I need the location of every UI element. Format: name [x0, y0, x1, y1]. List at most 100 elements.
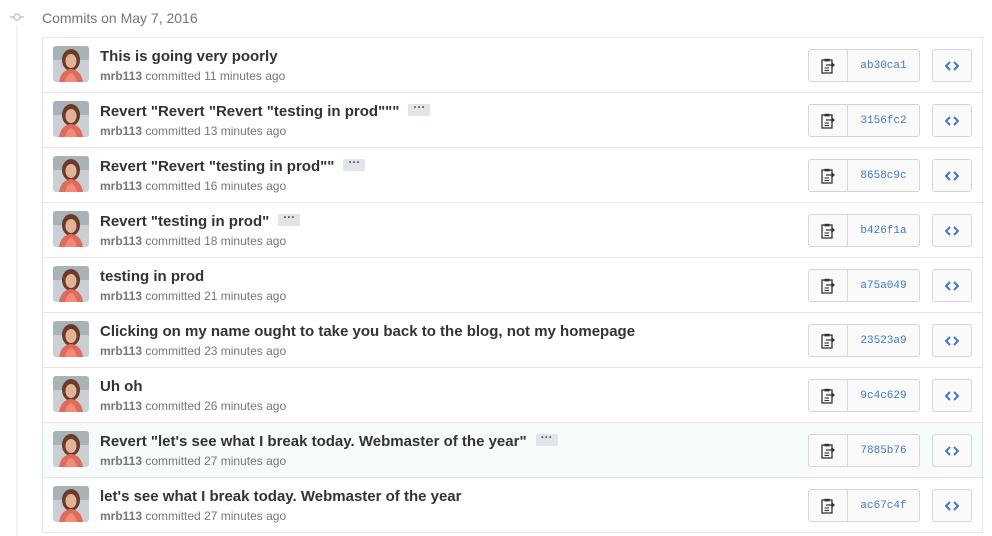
copy-sha-button[interactable]: [808, 104, 848, 137]
browse-code-button[interactable]: [932, 49, 972, 82]
copy-sha-button[interactable]: [808, 324, 848, 357]
copy-sha-button[interactable]: [808, 434, 848, 467]
code-icon: [945, 280, 959, 291]
commit-title[interactable]: Revert "Revert "testing in prod"": [100, 158, 334, 175]
browse-code-button[interactable]: [932, 104, 972, 137]
commit-author[interactable]: mrb113: [100, 454, 142, 468]
sha-button-group: a75a049: [808, 269, 920, 302]
commit-meta: mrb113 committed 16 minutes ago: [100, 179, 286, 193]
commit-meta: mrb113 committed 18 minutes ago: [100, 234, 286, 248]
commit-group-title: Commits on May 7, 2016: [42, 10, 198, 26]
clipboard-icon: [821, 113, 835, 129]
clipboard-icon: [821, 498, 835, 514]
commit-row: Clicking on my name ought to take you ba…: [43, 313, 982, 368]
commit-meta: mrb113 committed 21 minutes ago: [100, 289, 286, 303]
commit-group-icon: [10, 13, 24, 21]
commit-sha-link[interactable]: ab30ca1: [848, 49, 920, 82]
copy-sha-button[interactable]: [808, 489, 848, 522]
commit-author[interactable]: mrb113: [100, 399, 142, 413]
expand-message-button[interactable]: ···: [343, 156, 366, 172]
commit-author[interactable]: mrb113: [100, 124, 142, 138]
code-icon: [945, 60, 959, 71]
commit-time: 16 minutes ago: [204, 179, 287, 193]
browse-code-button[interactable]: [932, 324, 972, 357]
commit-title[interactable]: Clicking on my name ought to take you ba…: [100, 323, 635, 340]
sha-button-group: b426f1a: [808, 214, 920, 247]
browse-code-button[interactable]: [932, 269, 972, 302]
avatar[interactable]: [53, 266, 89, 302]
avatar-image: [53, 266, 89, 302]
avatar-image: [53, 431, 89, 467]
commit-row: Revert "Revert "testing in prod"" ··· mrb…: [43, 148, 982, 203]
avatar[interactable]: [53, 431, 89, 467]
commit-author[interactable]: mrb113: [100, 509, 142, 523]
commit-row: let's see what I break today. Webmaster …: [43, 478, 982, 533]
committed-label: committed: [145, 399, 201, 413]
commit-sha-link[interactable]: 23523a9: [848, 324, 920, 357]
commit-title[interactable]: Revert "let's see what I break today. We…: [100, 433, 527, 450]
commit-author[interactable]: mrb113: [100, 179, 142, 193]
commit-author[interactable]: mrb113: [100, 234, 142, 248]
avatar[interactable]: [53, 46, 89, 82]
committed-label: committed: [145, 124, 201, 138]
avatar-image: [53, 46, 89, 82]
expand-message-button[interactable]: ···: [535, 431, 558, 447]
sha-button-group: 23523a9: [808, 324, 920, 357]
commit-title-wrap: Revert "let's see what I break today. We…: [100, 431, 558, 450]
commit-title[interactable]: testing in prod: [100, 268, 204, 285]
clipboard-icon: [821, 443, 835, 459]
commit-meta: mrb113 committed 13 minutes ago: [100, 124, 286, 138]
commit-sha-link[interactable]: b426f1a: [848, 214, 920, 247]
commit-time: 26 minutes ago: [204, 399, 287, 413]
clipboard-icon: [821, 58, 835, 74]
browse-code-button[interactable]: [932, 214, 972, 247]
commit-title[interactable]: Uh oh: [100, 378, 143, 395]
commit-author[interactable]: mrb113: [100, 69, 142, 83]
commit-title[interactable]: Revert "Revert "Revert "testing in prod"…: [100, 103, 399, 120]
expand-message-button[interactable]: ···: [278, 211, 301, 227]
commit-title[interactable]: This is going very poorly: [100, 48, 278, 65]
commit-author[interactable]: mrb113: [100, 344, 142, 358]
avatar[interactable]: [53, 321, 89, 357]
clipboard-icon: [821, 333, 835, 349]
browse-code-button[interactable]: [932, 159, 972, 192]
avatar-image: [53, 486, 89, 522]
avatar[interactable]: [53, 156, 89, 192]
avatar-image: [53, 321, 89, 357]
browse-code-button[interactable]: [932, 489, 972, 522]
commit-sha-link[interactable]: 9c4c629: [848, 379, 920, 412]
copy-sha-button[interactable]: [808, 49, 848, 82]
copy-sha-button[interactable]: [808, 214, 848, 247]
commit-meta: mrb113 committed 11 minutes ago: [100, 69, 285, 83]
commit-sha-link[interactable]: 7885b76: [848, 434, 920, 467]
sha-button-group: 8658c9c: [808, 159, 920, 192]
sha-button-group: ab30ca1: [808, 49, 920, 82]
commit-title-wrap: Clicking on my name ought to take you ba…: [100, 323, 635, 340]
commit-title-wrap: This is going very poorly: [100, 48, 278, 65]
commit-author[interactable]: mrb113: [100, 289, 142, 303]
avatar[interactable]: [53, 101, 89, 137]
commit-title[interactable]: let's see what I break today. Webmaster …: [100, 488, 461, 505]
browse-code-button[interactable]: [932, 379, 972, 412]
commit-title-wrap: Revert "testing in prod" ···: [100, 211, 301, 230]
expand-message-button[interactable]: ···: [408, 101, 431, 117]
avatar-image: [53, 101, 89, 137]
avatar[interactable]: [53, 211, 89, 247]
commit-title-wrap: Revert "Revert "testing in prod"" ···: [100, 156, 366, 175]
copy-sha-button[interactable]: [808, 269, 848, 302]
commit-sha-link[interactable]: ac67c4f: [848, 489, 920, 522]
commit-title[interactable]: Revert "testing in prod": [100, 213, 269, 230]
browse-code-button[interactable]: [932, 434, 972, 467]
sha-button-group: 7885b76: [808, 434, 920, 467]
commit-sha-link[interactable]: 8658c9c: [848, 159, 920, 192]
avatar[interactable]: [53, 486, 89, 522]
commit-time: 27 minutes ago: [204, 454, 287, 468]
commit-time: 23 minutes ago: [204, 344, 287, 358]
avatar-image: [53, 376, 89, 412]
sha-button-group: 3156fc2: [808, 104, 920, 137]
commit-sha-link[interactable]: 3156fc2: [848, 104, 920, 137]
avatar[interactable]: [53, 376, 89, 412]
copy-sha-button[interactable]: [808, 379, 848, 412]
copy-sha-button[interactable]: [808, 159, 848, 192]
commit-sha-link[interactable]: a75a049: [848, 269, 920, 302]
